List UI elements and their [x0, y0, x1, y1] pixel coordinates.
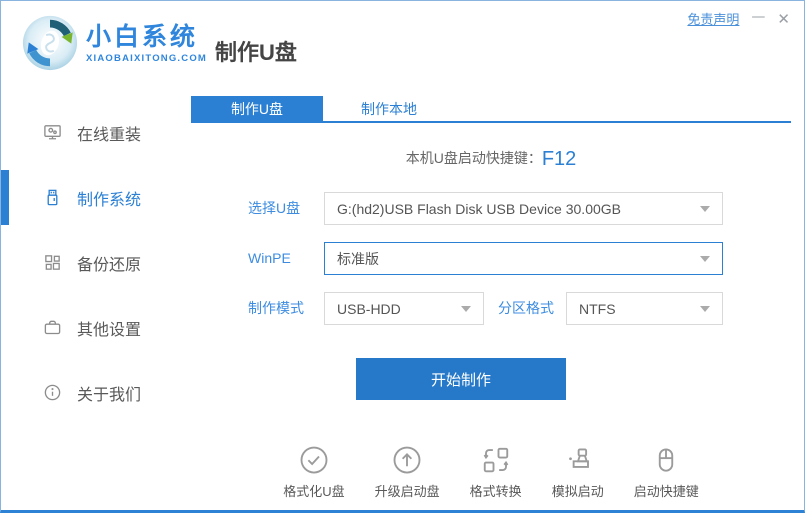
usb-drive-icon — [47, 189, 58, 206]
mode-select-label: 制作模式 — [248, 300, 304, 316]
active-indicator-bar — [1, 170, 9, 225]
check-circle-icon — [300, 446, 328, 474]
app-logo: 小白系统 XIAOBAIXITONG.COM — [21, 14, 207, 72]
partition-select[interactable]: NTFS — [566, 292, 723, 325]
page-title: 制作U盘 — [215, 40, 297, 65]
brand-text: 小白系统 XIAOBAIXITONG.COM — [86, 23, 207, 64]
chevron-down-icon — [700, 305, 710, 312]
usb-select-value: G:(hd2)USB Flash Disk USB Device 30.00GB — [337, 200, 621, 217]
mode-select-value: USB-HDD — [337, 300, 401, 317]
window-controls: 免责声明 — ✕ — [687, 9, 790, 28]
chevron-down-icon — [700, 205, 710, 212]
sidebar-item-label: 制作系统 — [77, 191, 142, 209]
sidebar-item-backup-restore[interactable]: 备份还原 — [1, 230, 191, 295]
tool-label: 格式转换 — [469, 484, 522, 499]
brand-domain: XIAOBAIXITONG.COM — [86, 52, 208, 64]
winpe-select[interactable]: 标准版 — [324, 242, 723, 275]
sidebar-item-label: 在线重装 — [77, 126, 142, 144]
winpe-select-label: WinPE — [248, 250, 291, 266]
briefcase-icon — [44, 320, 61, 335]
mode-select[interactable]: USB-HDD — [324, 292, 484, 325]
usb-select[interactable]: G:(hd2)USB Flash Disk USB Device 30.00GB — [324, 192, 723, 225]
partition-select-value: NTFS — [579, 300, 616, 317]
start-make-button[interactable]: 开始制作 — [356, 358, 566, 400]
boot-hotkey-label: 本机U盘启动快捷键： — [405, 150, 542, 166]
stamp-icon — [568, 448, 589, 468]
chevron-down-icon — [700, 255, 710, 262]
chevron-down-icon — [461, 305, 471, 312]
tab-bar: 制作U盘 制作本地 — [191, 96, 791, 123]
tool-format-usb[interactable]: 格式化U盘 — [283, 445, 345, 500]
sidebar-item-label: 关于我们 — [77, 386, 142, 404]
sidebar: 在线重装 制作系统 备份还原 其他设置 关于我们 — [1, 100, 191, 425]
tool-label: 格式化U盘 — [283, 484, 345, 499]
tool-upgrade-boot-disk[interactable]: 升级启动盘 — [375, 445, 440, 500]
partition-select-label: 分区格式 — [498, 300, 554, 316]
mouse-icon — [659, 448, 674, 472]
format-convert-icon — [483, 447, 508, 473]
sidebar-item-about-us[interactable]: 关于我们 — [1, 360, 191, 425]
boot-hotkey-line: 本机U盘启动快捷键：F12 — [191, 148, 791, 171]
tool-label: 模拟启动 — [551, 484, 604, 499]
tool-simulate-boot[interactable]: 模拟启动 — [552, 445, 604, 500]
tool-label: 升级启动盘 — [374, 484, 440, 499]
tool-label: 启动快捷键 — [633, 484, 699, 499]
winpe-select-value: 标准版 — [337, 250, 379, 267]
sidebar-item-label: 备份还原 — [77, 256, 142, 274]
tab-make-local[interactable]: 制作本地 — [323, 96, 455, 121]
footer-toolbar: 格式化U盘 升级启动盘 格式转换 模拟启动 启动快捷键 — [191, 445, 791, 500]
tab-make-usb[interactable]: 制作U盘 — [191, 96, 323, 121]
grid-blocks-icon — [45, 255, 60, 270]
app-window: 小白系统 XIAOBAIXITONG.COM 制作U盘 免责声明 — ✕ 在线重… — [0, 0, 805, 513]
tool-format-convert[interactable]: 格式转换 — [470, 445, 522, 500]
boot-hotkey-value: F12 — [541, 148, 577, 170]
tool-boot-hotkey[interactable]: 启动快捷键 — [634, 445, 699, 500]
sidebar-item-label: 其他设置 — [77, 321, 142, 339]
brand-swirl-icon — [22, 15, 78, 71]
info-circle-icon — [44, 384, 61, 401]
close-icon[interactable]: ✕ — [777, 10, 790, 28]
sidebar-item-online-reinstall[interactable]: 在线重装 — [1, 100, 191, 165]
minimize-icon[interactable]: — — [751, 8, 765, 26]
monitor-icon — [44, 125, 61, 140]
brand-name: 小白系统 — [86, 22, 199, 51]
sidebar-item-make-system[interactable]: 制作系统 — [1, 165, 191, 230]
usb-select-label: 选择U盘 — [248, 200, 301, 216]
disclaimer-link[interactable]: 免责声明 — [687, 9, 739, 28]
upgrade-arrow-circle-icon — [393, 446, 421, 474]
sidebar-item-other-settings[interactable]: 其他设置 — [1, 295, 191, 360]
